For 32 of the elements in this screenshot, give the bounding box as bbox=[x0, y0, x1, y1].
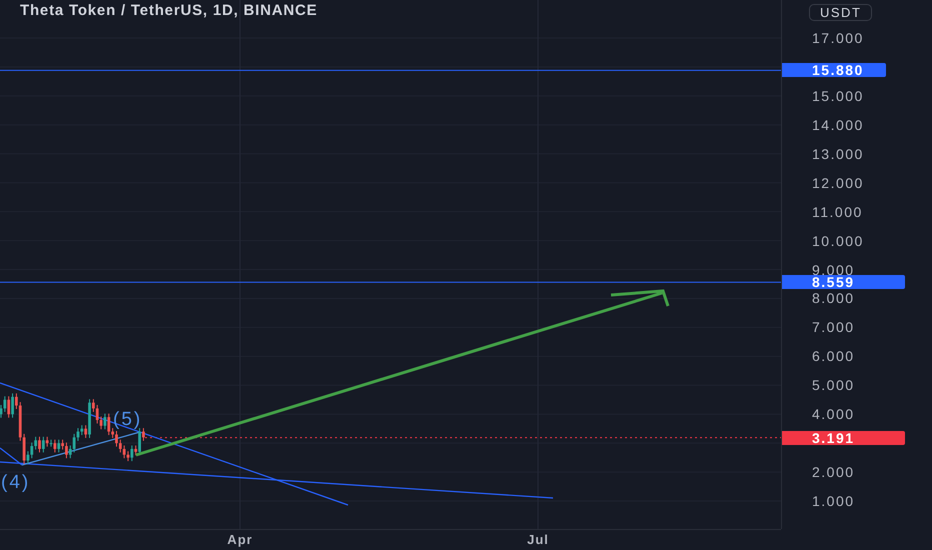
chart-title: Theta Token / TetherUS, 1D, BINANCE bbox=[20, 2, 318, 19]
trend-line[interactable] bbox=[0, 461, 554, 499]
price-tick: 11.000 bbox=[812, 204, 863, 220]
price-tick: 2.000 bbox=[812, 464, 855, 480]
trend-line[interactable] bbox=[0, 382, 348, 506]
price-tick: 15.000 bbox=[812, 88, 864, 104]
price-tick: 7.000 bbox=[812, 319, 855, 336]
price-tick: 1.000 bbox=[812, 493, 855, 510]
trend-line[interactable] bbox=[22, 431, 140, 466]
price-axis[interactable]: USDT 17.000 15.000 14.000 13.000 12.000 11.000 10.000 9.000 8.000 7.000 6.000 5.000 4.000 2.000 1.000 15.880 8.559 3.191 bbox=[781, 0, 932, 529]
price-tick: 9.000 bbox=[812, 262, 855, 278]
time-label: Jul bbox=[527, 532, 549, 547]
price-tick: 12.000 bbox=[812, 174, 864, 191]
price-tick: 8.000 bbox=[812, 290, 855, 306]
price-tick: 17.000 bbox=[812, 30, 864, 46]
price-tick: 5.000 bbox=[812, 377, 855, 394]
price-tick: 4.000 bbox=[812, 406, 855, 422]
time-label: Apr bbox=[227, 532, 253, 547]
price-label: 3.191 bbox=[782, 430, 905, 445]
wave-label: (5) bbox=[113, 409, 142, 430]
horizontal-line[interactable] bbox=[0, 282, 781, 283]
price-tick: 6.000 bbox=[812, 348, 855, 364]
price-tick: 14.000 bbox=[812, 116, 864, 133]
time-axis[interactable]: Apr Jul bbox=[0, 529, 781, 550]
price-label: 15.880 bbox=[782, 63, 886, 78]
price-label: 8.559 bbox=[782, 275, 905, 290]
trend-line[interactable] bbox=[0, 448, 22, 466]
horizontal-line[interactable] bbox=[0, 70, 781, 71]
price-tick: 13.000 bbox=[812, 146, 864, 162]
price-tick: 10.000 bbox=[812, 232, 864, 249]
currency-button[interactable]: USDT bbox=[809, 4, 872, 21]
wave-label: (4) bbox=[1, 472, 30, 493]
